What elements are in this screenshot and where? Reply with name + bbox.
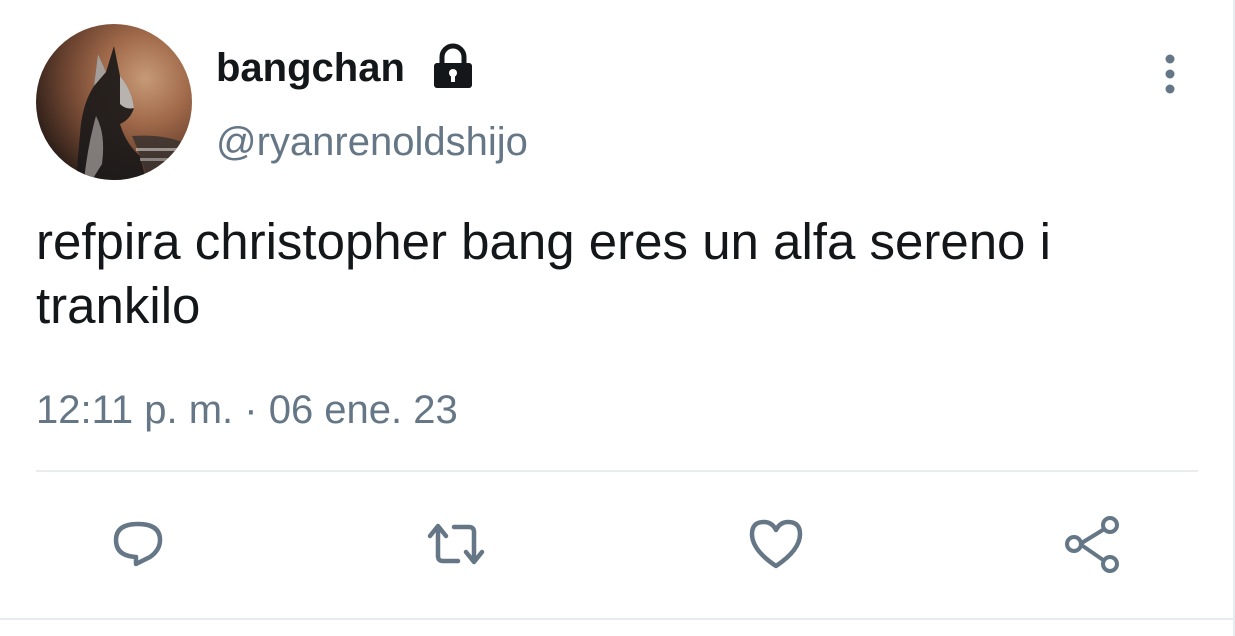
retweet-icon: [427, 523, 485, 565]
handle[interactable]: @ryanrenoldshijo: [216, 118, 528, 166]
like-button[interactable]: [744, 512, 808, 576]
tweet-text: refpira christopher bang eres un alfa se…: [36, 213, 1051, 334]
tweet-card: bangchan @ryanrenoldshijo refpira christ…: [0, 0, 1235, 636]
avatar[interactable]: [36, 24, 192, 180]
heart-icon: [749, 519, 803, 569]
more-options-icon[interactable]: [1150, 52, 1190, 96]
lock-icon: [434, 43, 472, 88]
display-name[interactable]: bangchan: [216, 44, 405, 92]
wolf-avatar-icon: [76, 46, 192, 180]
reply-icon: [113, 521, 163, 567]
divider: [36, 470, 1198, 472]
share-button[interactable]: [1060, 512, 1124, 576]
reply-button[interactable]: [106, 512, 170, 576]
bottom-divider: [0, 618, 1235, 620]
timestamp[interactable]: 12:11 p. m. · 06 ene. 23: [36, 386, 458, 434]
share-icon: [1065, 516, 1119, 573]
retweet-button[interactable]: [424, 512, 488, 576]
